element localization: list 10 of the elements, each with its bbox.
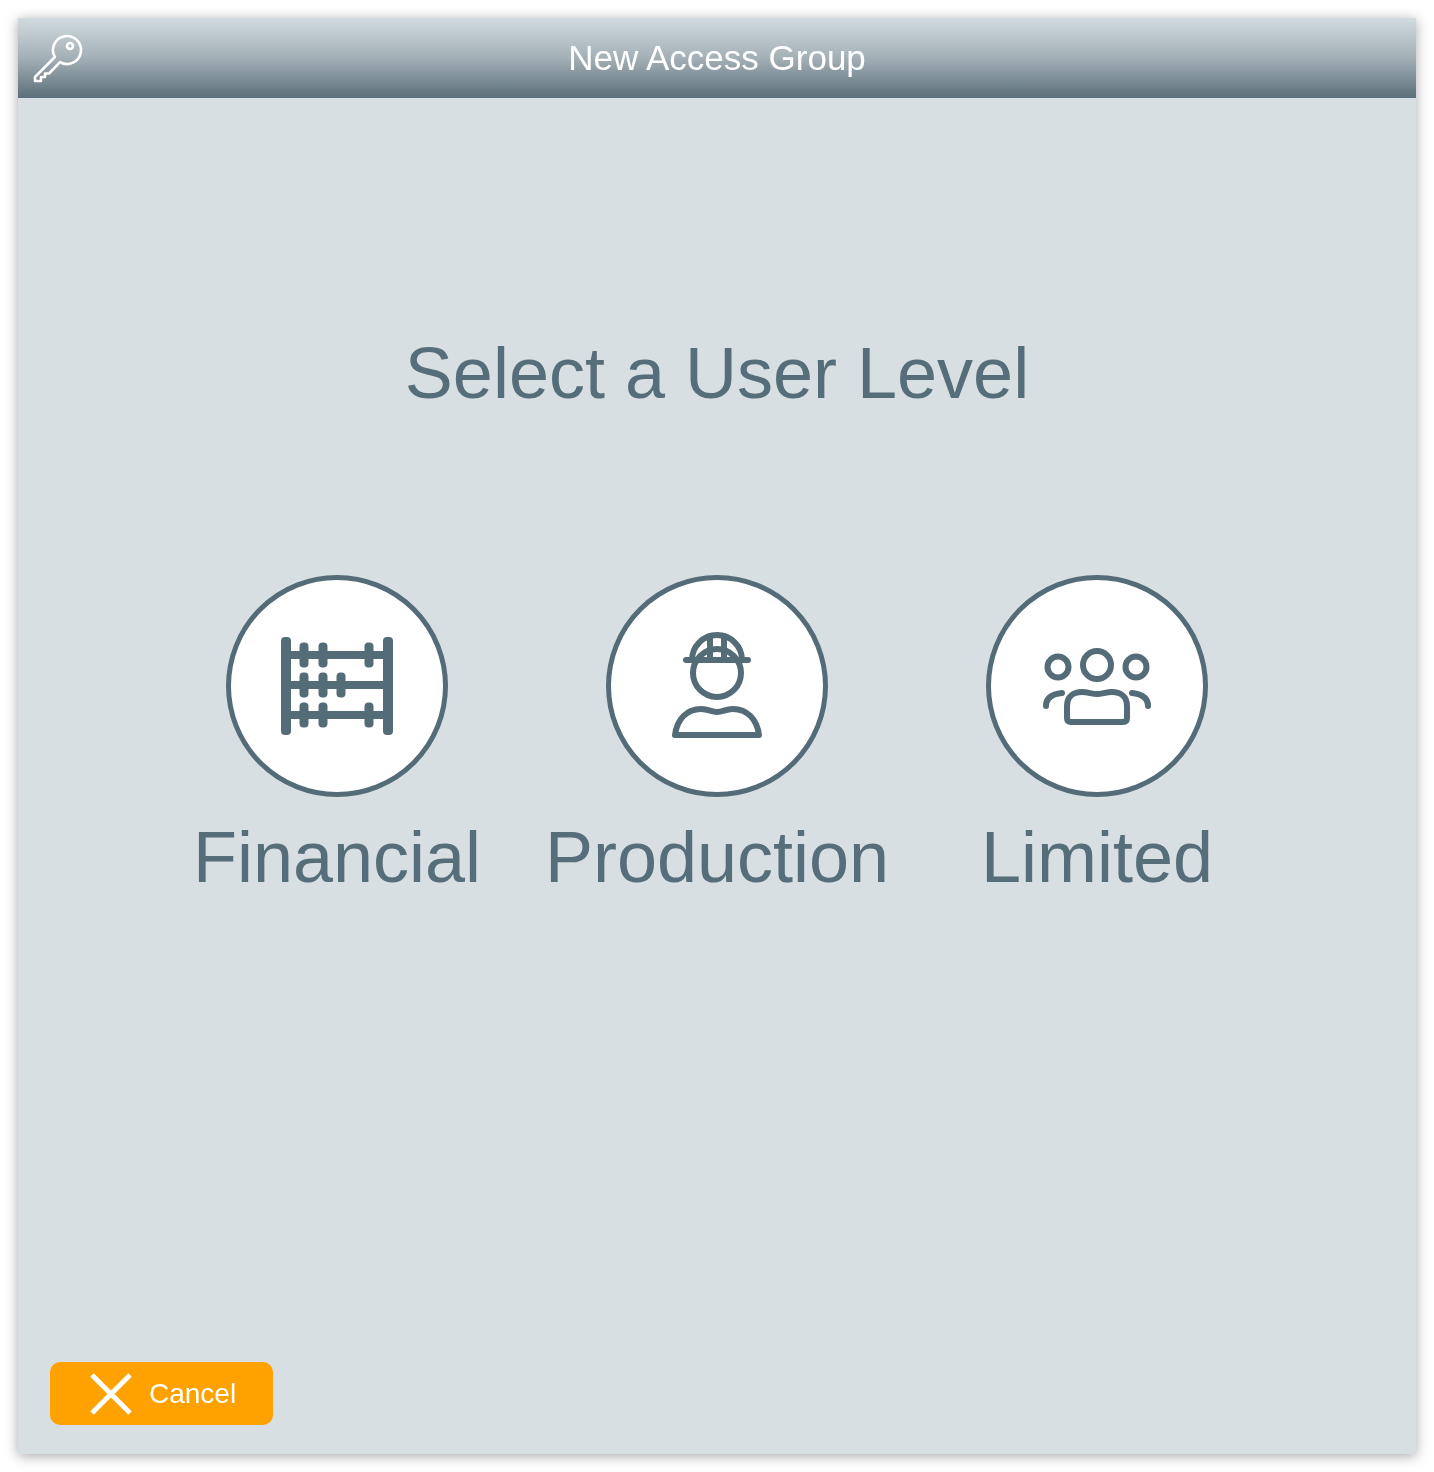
user-level-label: Production bbox=[544, 816, 890, 899]
abacus-icon bbox=[281, 637, 393, 735]
window-title: New Access Group bbox=[568, 37, 866, 79]
close-icon bbox=[90, 1372, 132, 1415]
worker-icon bbox=[669, 631, 765, 741]
people-group-icon bbox=[1042, 647, 1152, 725]
page-heading: Select a User Level bbox=[404, 332, 1030, 415]
user-level-label: Financial bbox=[192, 816, 482, 899]
cancel-button[interactable]: Cancel bbox=[50, 1362, 274, 1425]
user-level-label: Limited bbox=[980, 816, 1214, 899]
